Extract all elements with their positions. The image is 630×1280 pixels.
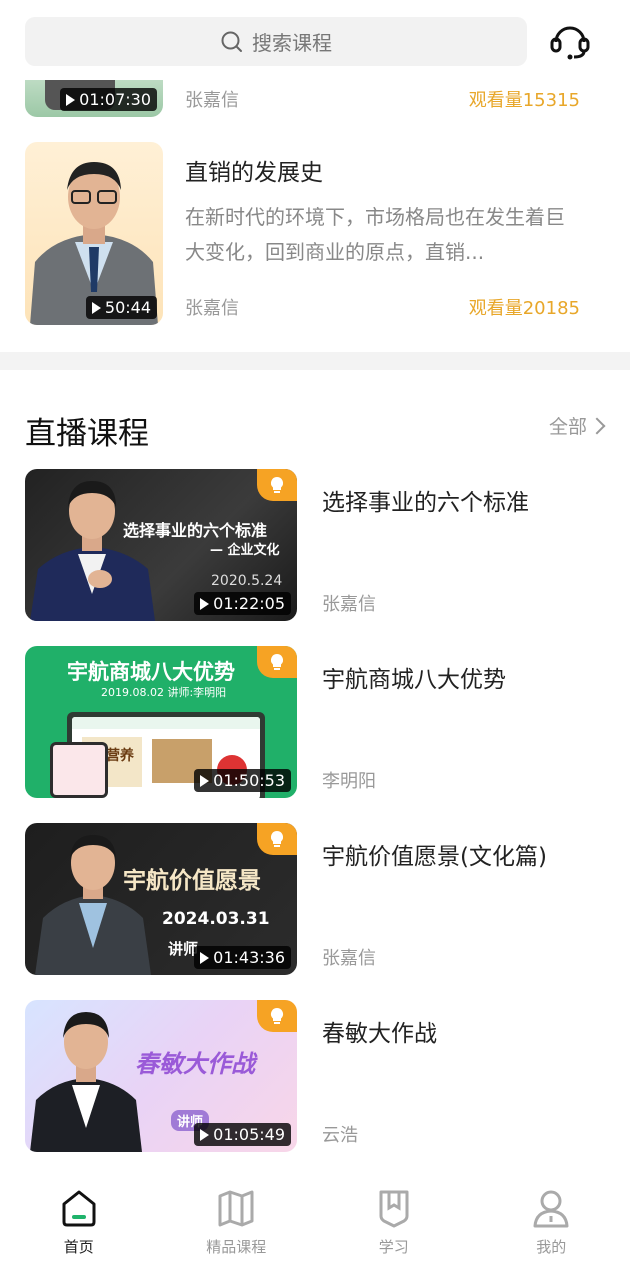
lightbulb-icon [257, 823, 297, 855]
live-thumbnail[interactable]: 春敏大作战 讲师 01:05:49 [25, 1000, 297, 1152]
course-title[interactable]: 直销的发展史 [185, 153, 323, 187]
course-thumbnail[interactable]: 50:44 [25, 142, 163, 325]
lightbulb-icon [257, 469, 297, 501]
lightbulb-icon [257, 1000, 297, 1032]
live-thumbnail[interactable]: 宇航商城八大优势 2019.08.02 讲师:李明阳 营养 01:50:53 [25, 646, 297, 798]
lightbulb-icon [257, 646, 297, 678]
book-icon [218, 1190, 254, 1227]
live-author: 张嘉信 [322, 594, 376, 615]
tab-mine[interactable]: 我的 [473, 1170, 630, 1280]
bottom-tab-bar: 首页 精品课程 学习 我的 [0, 1170, 630, 1280]
poster-subtitle: — 企业文化 [210, 543, 280, 558]
live-thumbnail[interactable]: 宇航价值愿景 2024.03.31 讲师 01:43:36 [25, 823, 297, 975]
view-count: 观看量15315 [468, 90, 580, 111]
tab-label: 首页 [63, 1238, 94, 1256]
chevron-right-icon [588, 417, 606, 434]
poster-title: 春敏大作战 [135, 1050, 255, 1078]
duration-badge: 01:22:05 [194, 592, 291, 615]
tab-label: 我的 [536, 1238, 567, 1256]
poster-title: 选择事业的六个标准 [123, 521, 268, 540]
home-icon [62, 1190, 96, 1227]
phone-mockup [50, 742, 108, 798]
top-bar: 搜索课程 [0, 0, 630, 80]
duration-badge: 01:43:36 [194, 946, 291, 969]
search-icon [221, 31, 242, 52]
user-icon [533, 1190, 569, 1228]
course-author: 张嘉信 [185, 90, 239, 111]
bookmark-icon [379, 1190, 409, 1228]
poster-title: 宇航商城八大优势 [67, 660, 235, 684]
headset-icon[interactable] [548, 18, 592, 62]
live-title[interactable]: 春敏大作战 [322, 1014, 437, 1048]
lecturer-photo [30, 1012, 142, 1152]
live-title[interactable]: 宇航价值愿景(文化篇) [322, 837, 547, 871]
lecturer-photo [35, 835, 151, 975]
view-all-label: 全部 [548, 416, 587, 438]
poster-date: 2024.03.31 [162, 909, 270, 929]
search-bar[interactable]: 搜索课程 [25, 17, 527, 66]
tab-premium-courses[interactable]: 精品课程 [158, 1170, 316, 1280]
live-title[interactable]: 选择事业的六个标准 [322, 483, 529, 517]
lecturer-photo [30, 481, 155, 621]
live-title[interactable]: 宇航商城八大优势 [322, 660, 506, 694]
tab-label: 学习 [378, 1238, 409, 1256]
view-all-link[interactable]: 全部 [548, 412, 606, 439]
poster-date: 2020.5.24 [211, 573, 283, 589]
live-author: 李明阳 [322, 771, 376, 792]
tab-study[interactable]: 学习 [315, 1170, 473, 1280]
view-count: 观看量20185 [468, 298, 580, 319]
live-author: 云浩 [322, 1125, 358, 1146]
section-title: 直播课程 [25, 416, 149, 452]
poster-badge: 营养 [106, 748, 134, 764]
course-author: 张嘉信 [185, 298, 239, 319]
live-author: 张嘉信 [322, 948, 376, 969]
poster-title: 宇航价值愿景 [123, 868, 261, 894]
duration-badge: 01:05:49 [194, 1123, 291, 1146]
search-placeholder: 搜索课程 [252, 31, 332, 55]
tab-label: 精品课程 [206, 1238, 267, 1256]
duration-badge: 50:44 [85, 296, 157, 319]
section-divider [0, 352, 630, 370]
live-thumbnail[interactable]: 选择事业的六个标准 — 企业文化 2020.5.24 01:22:05 [25, 469, 297, 621]
tab-home[interactable]: 首页 [0, 1170, 158, 1280]
duration-badge: 01:50:53 [194, 769, 291, 792]
poster-subtitle: 2019.08.02 讲师:李明阳 [101, 686, 227, 699]
duration-badge: 01:07:30 [60, 88, 157, 111]
course-description: 在新时代的环境下，市场格局也在发生着巨大变化，回到商业的原点，直销... [185, 205, 565, 264]
